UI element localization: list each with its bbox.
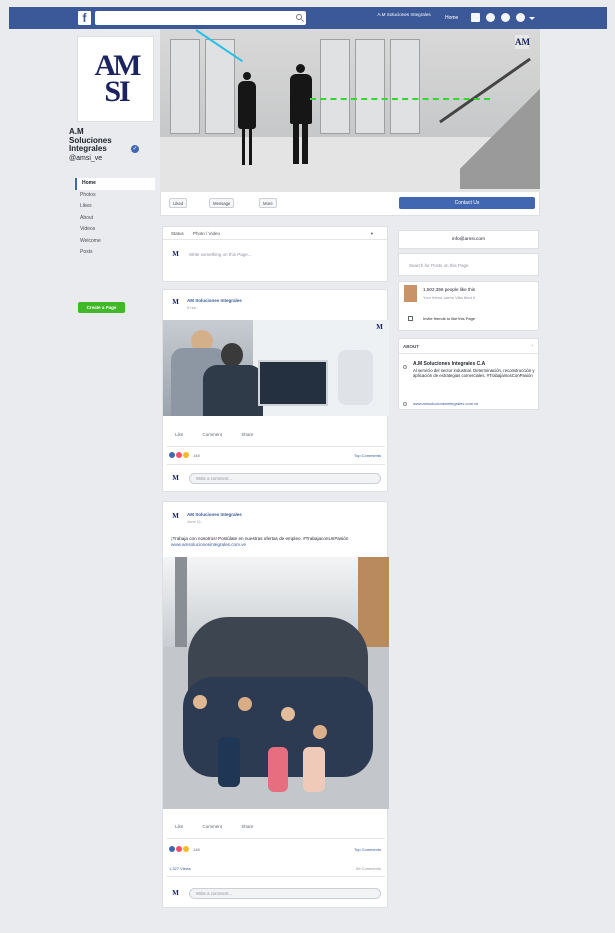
post-action-row: Like Comment Share (175, 824, 271, 829)
person-head (296, 64, 305, 73)
nav-item-likes[interactable]: Likes (75, 201, 155, 213)
like-button[interactable]: Like (175, 824, 183, 829)
post-card: M AM Soluciones Integrales June 11 · ¡Tr… (162, 501, 389, 908)
tab-status[interactable]: Status (171, 231, 184, 236)
email-button[interactable]: info@amsi.com (398, 230, 539, 249)
dashed-annotation-line (310, 98, 490, 100)
nav-item-photos[interactable]: Photos (75, 190, 155, 202)
comment-count[interactable]: 86 Comments (356, 866, 381, 871)
company-logo: AM SI (94, 51, 141, 108)
logo-line-2: SI (104, 75, 130, 108)
post-image[interactable]: M (163, 320, 389, 416)
watermark-logo: M (376, 323, 383, 331)
comment-input[interactable]: Write a comment... (189, 888, 381, 899)
post-timestamp[interactable]: 5 hrs · (187, 305, 198, 310)
post-card: M AM Soluciones Integrales 5 hrs · M Lik… (162, 289, 389, 492)
top-navigation-bar: f A.M Soluciones Integrales Home (9, 7, 607, 29)
tab-photo-video[interactable]: Photo / Video (193, 231, 220, 236)
reaction-summary[interactable]: 148 (169, 846, 200, 852)
info-icon (403, 365, 407, 369)
home-link[interactable]: Home (445, 15, 458, 21)
share-button[interactable]: Share (241, 432, 253, 437)
profile-picture[interactable]: AM SI (77, 36, 154, 122)
avatar: M (171, 250, 180, 259)
person-head (243, 72, 251, 80)
post-text: ¡Trabaja con nosotros! Postúlate en nues… (171, 536, 349, 547)
contact-us-button[interactable]: Contact Us (399, 197, 535, 209)
nav-item-welcome[interactable]: Welcome (75, 236, 155, 248)
options-chevron-icon[interactable]: ▾ (371, 227, 373, 240)
nav-item-home[interactable]: Home (75, 178, 155, 190)
composer-input[interactable]: Write something on this Page... (189, 252, 251, 257)
likes-card: 1,502,356 people like this Your friend J… (398, 281, 539, 331)
verified-badge-icon: ✓ (131, 145, 139, 153)
notifications-icon[interactable] (501, 13, 510, 22)
post-author[interactable]: AM Soluciones Integrales (187, 512, 242, 517)
likes-count[interactable]: 1,502,356 people like this (423, 287, 475, 292)
nav-item-videos[interactable]: Videos (75, 224, 155, 236)
page-action-bar: Liked Message More Contact Us (160, 192, 540, 216)
page-handle[interactable]: @amsi_ve (69, 155, 102, 162)
post-composer: Status Photo / Video ▾ M Write something… (162, 226, 388, 282)
comment-button[interactable]: Comment (203, 824, 223, 829)
love-reaction-icon (176, 452, 182, 458)
search-icon[interactable] (296, 14, 302, 20)
company-name[interactable]: A.M Soluciones Integrales C.A (413, 361, 485, 367)
post-author[interactable]: AM Soluciones Integrales (187, 298, 242, 303)
more-button[interactable]: More (259, 198, 277, 208)
about-heading: ABOUT (403, 344, 419, 349)
page-title[interactable]: A.M Soluciones Integrales (69, 127, 125, 154)
search-posts-input[interactable]: Search for Posts on this Page (398, 253, 539, 276)
like-page-button[interactable]: Liked (169, 198, 188, 208)
friend-requests-icon[interactable] (471, 13, 480, 22)
reaction-summary[interactable]: 148 (169, 452, 200, 458)
love-reaction-icon (176, 846, 182, 852)
avatar: M (171, 474, 180, 483)
website-link[interactable]: www.amsolucionesintegrales.com.ve (413, 401, 478, 406)
view-count[interactable]: 1,327 Views (169, 866, 191, 871)
wow-reaction-icon (183, 846, 189, 852)
about-card: ABOUT › A.M Soluciones Integrales C.A Al… (398, 338, 539, 410)
wow-reaction-icon (183, 452, 189, 458)
company-description: Al servicio del sector industrial. Deter… (413, 368, 535, 379)
account-menu-icon[interactable] (529, 17, 535, 20)
page-navigation: Home Photos Likes About Videos Welcome P… (75, 178, 155, 259)
comment-input[interactable]: Write a comment... (189, 473, 381, 484)
avatar: M (171, 889, 180, 898)
top-comments-filter[interactable]: Top Comments (354, 453, 381, 458)
message-button[interactable]: Message (209, 198, 235, 208)
comment-button[interactable]: Comment (203, 432, 223, 437)
post-action-row: Like Comment Share (175, 432, 271, 437)
globe-icon (403, 402, 407, 406)
reaction-count: 148 (193, 846, 200, 852)
invite-friends-link[interactable]: Invite friends to like this Page (423, 316, 475, 321)
cover-logo-mark: AM (515, 35, 530, 49)
share-button[interactable]: Share (241, 824, 253, 829)
post-timestamp[interactable]: June 11 · (187, 519, 203, 524)
post-image[interactable] (163, 557, 389, 809)
person-body (238, 81, 256, 129)
messages-icon[interactable] (486, 13, 495, 22)
avatar[interactable]: M (171, 298, 180, 307)
friend-photo[interactable] (404, 285, 417, 302)
help-icon[interactable] (516, 13, 525, 22)
nav-item-posts[interactable]: Posts (75, 247, 155, 259)
person-body (290, 74, 312, 124)
facebook-logo-icon[interactable]: f (78, 11, 91, 25)
edit-icon[interactable]: › (531, 343, 533, 349)
like-reaction-icon (169, 452, 175, 458)
reaction-count: 148 (193, 452, 200, 458)
like-button[interactable]: Like (175, 432, 183, 437)
profile-shortcut[interactable]: A.M Soluciones Integrales (377, 12, 431, 18)
avatar[interactable]: M (171, 512, 180, 521)
cover-photo[interactable]: AM (160, 29, 540, 192)
like-reaction-icon (169, 846, 175, 852)
invite-icon (408, 316, 413, 321)
top-comments-filter[interactable]: Top Comments (354, 847, 381, 852)
friend-liked-text: Your friend Jaime Villa liked it (423, 295, 476, 300)
nav-item-about[interactable]: About (75, 213, 155, 225)
create-page-button[interactable]: Create a Page (78, 302, 125, 313)
post-link[interactable]: www.amsolucionesintegrales.com.ve (171, 542, 246, 547)
search-input[interactable] (95, 11, 306, 25)
